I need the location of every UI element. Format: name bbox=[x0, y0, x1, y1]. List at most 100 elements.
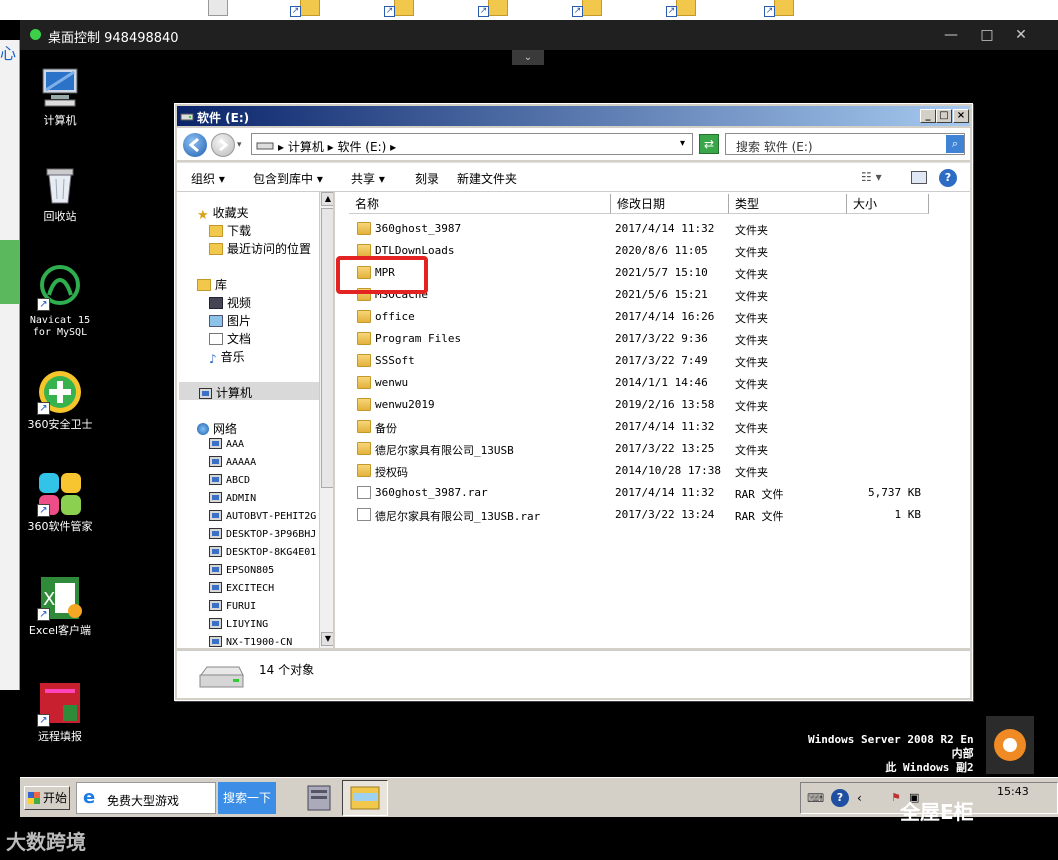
nav-network-host[interactable]: DESKTOP-3P96BHJ bbox=[209, 528, 316, 540]
nav-pane-scrollbar[interactable]: ▲ ▼ bbox=[319, 192, 333, 648]
include-in-library-button[interactable]: 包含到库中 ▾ bbox=[253, 170, 323, 187]
nav-recent[interactable]: 最近访问的位置 bbox=[209, 240, 311, 257]
address-dropdown-icon[interactable]: ▾ bbox=[680, 138, 685, 149]
chevron-down-icon[interactable]: ⌄ bbox=[512, 50, 544, 65]
help-icon[interactable]: ? bbox=[939, 169, 957, 187]
preview-pane-icon[interactable] bbox=[911, 171, 927, 184]
help-icon[interactable]: ? bbox=[831, 789, 849, 807]
column-header-date[interactable]: 修改日期 bbox=[611, 194, 729, 214]
refresh-button[interactable]: ⇄ bbox=[699, 134, 719, 154]
desktop-icon-remote-report[interactable]: ↗ 远程填报 bbox=[20, 681, 100, 743]
nav-network-host[interactable]: LIUYING bbox=[209, 618, 268, 630]
file-row[interactable]: wenwu2019 2019/2/16 13:58 文件夹 bbox=[335, 394, 955, 416]
column-header-name[interactable]: 名称 bbox=[349, 194, 611, 214]
organize-button[interactable]: 组织 ▾ bbox=[191, 170, 225, 187]
file-list: 名称 修改日期 类型 大小 360ghost_3987 2017/4/14 11:… bbox=[335, 192, 970, 648]
folder-shortcut-icon[interactable]: ↗ bbox=[568, 0, 604, 18]
desktop-icon-label: Navicat 15 for MySQL bbox=[29, 315, 91, 338]
explorer-close-button[interactable]: × bbox=[953, 109, 969, 123]
minimize-button[interactable]: — bbox=[936, 25, 966, 45]
file-row[interactable]: 授权码 2014/10/28 17:38 文件夹 bbox=[335, 460, 955, 482]
nav-network-host[interactable]: EXCITECH bbox=[209, 582, 274, 594]
desktop-icon-360-security[interactable]: ↗ 360安全卫士 bbox=[20, 369, 100, 431]
nav-favorites[interactable]: ★ 收藏夹 bbox=[197, 204, 249, 223]
search-input[interactable]: 搜索 软件 (E:) ⌕ bbox=[725, 133, 965, 155]
nav-network-host[interactable]: AAAAA bbox=[209, 456, 256, 468]
scroll-down-button[interactable]: ▼ bbox=[321, 632, 333, 646]
computer-icon bbox=[209, 456, 222, 467]
remote-window-titlebar[interactable]: 桌面控制 948498840 — □ ✕ bbox=[20, 20, 1058, 50]
explorer-titlebar[interactable]: 软件 (E:) _ □ × bbox=[177, 106, 970, 126]
address-bar[interactable]: ▸ 计算机 ▸ 软件 (E:) ▸ ▾ bbox=[251, 133, 693, 155]
new-folder-button[interactable]: 新建文件夹 bbox=[457, 170, 517, 187]
forward-button[interactable] bbox=[211, 133, 235, 157]
nav-network-host[interactable]: AUTOBVT-PEHIT2G bbox=[209, 510, 316, 522]
clock[interactable]: 15:43 bbox=[997, 785, 1029, 798]
close-button[interactable]: ✕ bbox=[1006, 25, 1036, 45]
nav-documents[interactable]: 文档 bbox=[209, 330, 251, 347]
nav-videos[interactable]: 视频 bbox=[209, 294, 251, 311]
file-date: 2014/10/28 17:38 bbox=[615, 464, 721, 477]
history-dropdown-icon[interactable]: ▾ bbox=[237, 140, 242, 150]
explorer-taskbar-button[interactable] bbox=[342, 780, 388, 816]
nav-downloads[interactable]: 下载 bbox=[209, 222, 251, 239]
scroll-thumb[interactable] bbox=[321, 208, 333, 488]
explorer-maximize-button[interactable]: □ bbox=[936, 109, 952, 123]
server-manager-icon[interactable] bbox=[302, 780, 338, 816]
file-row[interactable]: office 2017/4/14 16:26 文件夹 bbox=[335, 306, 955, 328]
folder-shortcut-icon[interactable]: ↗ bbox=[760, 0, 796, 18]
file-row[interactable]: 360ghost_3987.rar 2017/4/14 11:32 RAR 文件 5,… bbox=[335, 482, 955, 504]
explorer-minimize-button[interactable]: _ bbox=[920, 109, 936, 123]
desktop-icon-navicat[interactable]: ↗ Navicat 15 for MySQL bbox=[20, 265, 100, 339]
folder-shortcut-icon[interactable]: ↗ bbox=[662, 0, 698, 18]
floating-widget[interactable] bbox=[986, 716, 1034, 774]
nav-network-host[interactable]: NX-T1900-CN bbox=[209, 636, 292, 648]
file-row[interactable]: SSSoft 2017/3/22 7:49 文件夹 bbox=[335, 350, 955, 372]
nav-network-host[interactable]: ADMIN bbox=[209, 492, 256, 504]
share-button[interactable]: 共享 ▾ bbox=[351, 170, 385, 187]
folder-shortcut-icon[interactable]: ↗ bbox=[286, 0, 322, 18]
computer-icon bbox=[209, 618, 222, 629]
file-date: 2017/3/22 13:24 bbox=[615, 508, 715, 521]
nav-music[interactable]: ♪ 音乐 bbox=[209, 348, 245, 366]
scroll-up-button[interactable]: ▲ bbox=[321, 192, 333, 206]
file-row[interactable]: wenwu 2014/1/1 14:46 文件夹 bbox=[335, 372, 955, 394]
collapse-tray-icon[interactable]: ‹ bbox=[857, 791, 862, 805]
file-row[interactable]: MPR 2021/5/7 15:10 文件夹 bbox=[335, 262, 955, 284]
file-row[interactable]: 德尼尔家具有限公司_13USB.rar 2017/3/22 13:24 RAR 文件… bbox=[335, 504, 955, 526]
file-row[interactable]: DTLDownLoads 2020/8/6 11:05 文件夹 bbox=[335, 240, 955, 262]
file-row[interactable]: Program Files 2017/3/22 9:36 文件夹 bbox=[335, 328, 955, 350]
nav-network-host[interactable]: EPSON805 bbox=[209, 564, 274, 576]
desktop-icon-computer[interactable]: 计算机 bbox=[20, 65, 100, 127]
nav-network-host[interactable]: DESKTOP-8KG4E01 bbox=[209, 546, 316, 558]
keyboard-icon[interactable]: ⌨ bbox=[807, 791, 824, 805]
desktop-icon-360-software[interactable]: ↗ 360软件管家 bbox=[20, 471, 100, 533]
search-now-button[interactable]: 搜索一下 bbox=[218, 782, 276, 814]
folder-shortcut-icon[interactable]: ↗ bbox=[380, 0, 416, 18]
file-name: 德尼尔家具有限公司_13USB.rar bbox=[375, 510, 541, 523]
view-options-icon[interactable]: ☷ ▾ bbox=[861, 170, 882, 184]
nav-libraries[interactable]: 库 bbox=[197, 276, 227, 293]
desktop-icon-excel-client[interactable]: X ↗ Excel客户端 bbox=[20, 575, 100, 637]
ie-search-box[interactable]: e 免费大型游戏 bbox=[76, 782, 216, 814]
search-icon[interactable]: ⌕ bbox=[946, 135, 964, 153]
folder-shortcut-icon[interactable]: ↗ bbox=[474, 0, 510, 18]
nav-network-host[interactable]: FURUI bbox=[209, 600, 256, 612]
file-row[interactable]: MSOCache 2021/5/6 15:21 文件夹 bbox=[335, 284, 955, 306]
file-row[interactable]: 德尼尔家具有限公司_13USB 2017/3/22 13:25 文件夹 bbox=[335, 438, 955, 460]
nav-network-host[interactable]: ABCD bbox=[209, 474, 250, 486]
nav-computer[interactable]: 计算机 bbox=[199, 384, 252, 401]
nav-pictures[interactable]: 图片 bbox=[209, 312, 251, 329]
column-header-size[interactable]: 大小 bbox=[847, 194, 929, 214]
start-button[interactable]: 开始 bbox=[24, 786, 70, 810]
document-icon[interactable] bbox=[200, 0, 236, 18]
burn-button[interactable]: 刻录 bbox=[415, 170, 439, 187]
maximize-button[interactable]: □ bbox=[972, 25, 1002, 45]
nav-network-host[interactable]: AAA bbox=[209, 438, 244, 450]
nav-network[interactable]: 网络 bbox=[197, 420, 237, 437]
column-header-type[interactable]: 类型 bbox=[729, 194, 847, 214]
desktop-icon-recycle-bin[interactable]: 回收站 bbox=[20, 161, 100, 223]
file-row[interactable]: 360ghost_3987 2017/4/14 11:32 文件夹 bbox=[335, 218, 955, 240]
file-row[interactable]: 备份 2017/4/14 11:32 文件夹 bbox=[335, 416, 955, 438]
back-button[interactable] bbox=[183, 133, 207, 157]
